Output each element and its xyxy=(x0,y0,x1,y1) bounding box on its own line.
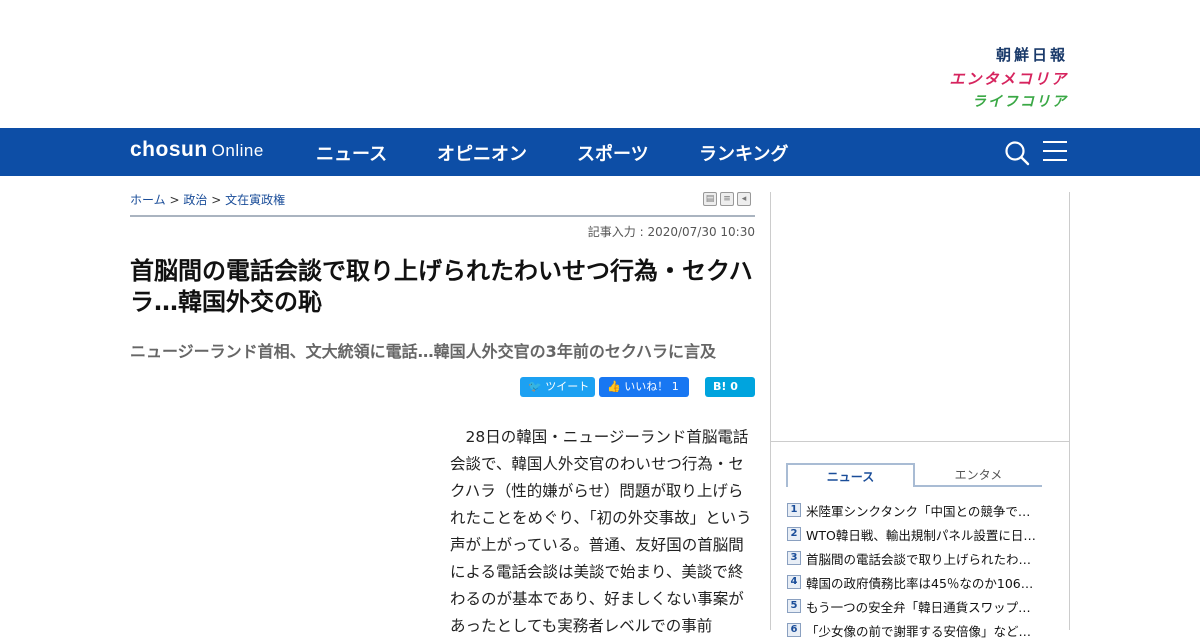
search-icon[interactable] xyxy=(1004,140,1030,166)
rank-title: 米陸軍シンクタンク「中国との競争で… xyxy=(806,503,1031,519)
list-item[interactable]: 2 WTO韓日戦、輸出規制パネル設置に日… xyxy=(787,522,1057,546)
chosun-online-logo[interactable]: chosun Online xyxy=(130,138,264,162)
list-item[interactable]: 4 韓国の政府債務比率は45％なのか106… xyxy=(787,570,1057,594)
back-arrow-icon[interactable]: ◂ xyxy=(737,192,751,206)
rank-number: 3 xyxy=(787,551,801,565)
social-buttons: 🐦 ツイート 👍 いいね！ 1 B! 0 xyxy=(520,377,755,397)
breadcrumb-separator: > xyxy=(211,193,222,207)
ranking-tabs: ニュース エンタメ xyxy=(786,463,1042,487)
article-tools: ▤ ≡ ◂ xyxy=(703,192,751,206)
list-item[interactable]: 5 もう一つの安全弁「韓日通貨スワップ… xyxy=(787,594,1057,618)
article-title: 首脳間の電話会談で取り上げられたわいせつ行為・セクハラ…韓国外交の恥 xyxy=(130,257,753,316)
article-body: 28日の韓国・ニュージーランド首脳電話会談で、韓国人外交官のわいせつ行為・セクハ… xyxy=(450,428,752,635)
nav-item-news[interactable]: ニュース xyxy=(316,140,387,166)
rank-title: 首脳間の電話会談で取り上げられたわ… xyxy=(806,551,1032,567)
like-label: いいね！ 1 xyxy=(624,380,679,393)
nav-item-ranking[interactable]: ランキング xyxy=(699,140,788,166)
tweet-label: ツイート xyxy=(545,380,590,393)
article-date: 記事入力 : 2020/07/30 10:30 xyxy=(587,225,755,239)
breadcrumb: ホーム > 政治 > 文在寅政権 xyxy=(130,191,285,208)
list-item[interactable]: 1 米陸軍シンクタンク「中国との競争で… xyxy=(787,498,1057,522)
list-item[interactable]: 6 「少女像の前で謝罪する安倍像」など… xyxy=(787,618,1057,642)
rank-number: 6 xyxy=(787,623,801,637)
facebook-like-button[interactable]: 👍 いいね！ 1 xyxy=(599,377,689,397)
breadcrumb-moon-government[interactable]: 文在寅政権 xyxy=(225,193,285,207)
breadcrumb-home[interactable]: ホーム xyxy=(130,193,166,207)
list-icon[interactable]: ≡ xyxy=(720,192,734,206)
rank-title: 韓国の政府債務比率は45％なのか106… xyxy=(806,575,1034,591)
rank-title: WTO韓日戦、輸出規制パネル設置に日… xyxy=(806,527,1036,543)
nav-item-opinion[interactable]: オピニオン xyxy=(437,140,527,166)
breadcrumb-separator: > xyxy=(169,193,180,207)
hatena-bookmark-button[interactable]: B! 0 xyxy=(705,377,755,397)
twitter-bird-icon: 🐦 xyxy=(528,380,542,393)
article-subtitle: ニュージーランド首相、文大統領に電話…韓国人外交官の3年前のセクハラに言及 xyxy=(130,342,717,361)
nav-item-sports[interactable]: スポーツ xyxy=(577,140,649,166)
hamburger-menu-icon[interactable] xyxy=(1043,141,1067,163)
rank-number: 4 xyxy=(787,575,801,589)
logo-sub: Online xyxy=(211,141,264,160)
chosun-ilbo-logo[interactable]: 朝鮮日報 xyxy=(996,44,1068,65)
header-divider xyxy=(130,215,755,217)
thumbs-up-icon: 👍 xyxy=(607,380,621,393)
ad-space xyxy=(771,192,1069,442)
rank-number: 1 xyxy=(787,503,801,517)
tweet-button[interactable]: 🐦 ツイート xyxy=(520,377,595,397)
main-nav: chosun Online ニュース オピニオン スポーツ ランキング xyxy=(0,128,1200,176)
print-icon[interactable]: ▤ xyxy=(703,192,717,206)
rank-title: 「少女像の前で謝罪する安倍像」など… xyxy=(806,623,1032,639)
tab-entame[interactable]: エンタメ xyxy=(915,463,1042,487)
rank-number: 2 xyxy=(787,527,801,541)
list-item[interactable]: 3 首脳間の電話会談で取り上げられたわ… xyxy=(787,546,1057,570)
tab-news[interactable]: ニュース xyxy=(786,463,915,487)
sidebar: ニュース エンタメ 1 米陸軍シンクタンク「中国との競争で… 2 WTO韓日戦、輸出… xyxy=(770,192,1070,639)
logo-main: chosun xyxy=(130,138,208,161)
rank-number: 5 xyxy=(787,599,801,613)
entame-korea-logo[interactable]: エンタメコリア xyxy=(949,68,1068,89)
breadcrumb-politics[interactable]: 政治 xyxy=(183,193,207,207)
life-korea-logo[interactable]: ライフコリア xyxy=(972,91,1068,111)
ranking-list: 1 米陸軍シンクタンク「中国との競争で… 2 WTO韓日戦、輸出規制パネル設置に日…… xyxy=(787,498,1057,642)
top-header: 朝鮮日報 エンタメコリア ライフコリア xyxy=(0,0,1200,128)
rank-title: もう一つの安全弁「韓日通貨スワップ… xyxy=(806,599,1031,615)
